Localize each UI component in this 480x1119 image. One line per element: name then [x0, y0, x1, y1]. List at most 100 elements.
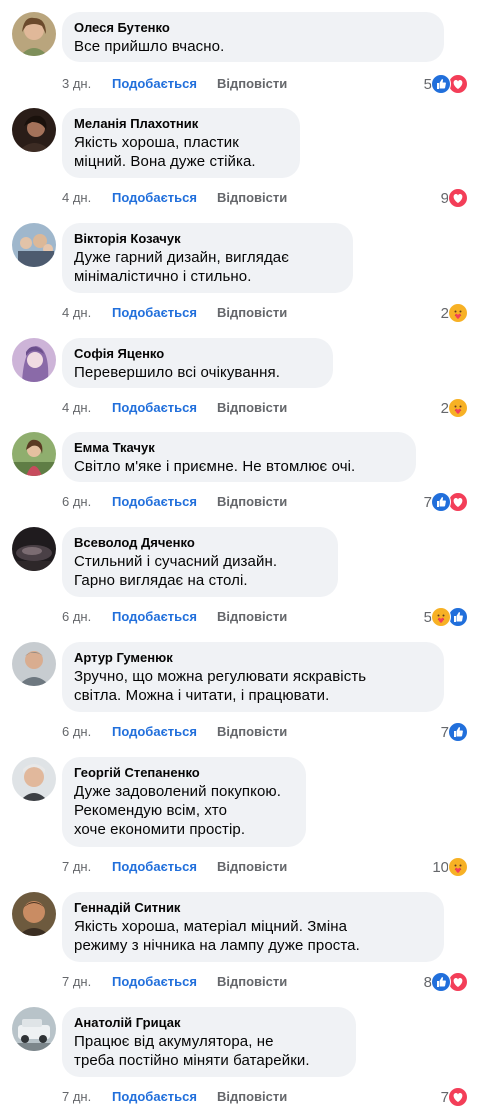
- like-icon: [448, 722, 468, 742]
- reply-button[interactable]: Відповісти: [217, 303, 287, 323]
- like-button[interactable]: Подобається: [112, 492, 217, 512]
- comment-time[interactable]: 7 дн.: [62, 1087, 112, 1107]
- comment-bubble: Всеволод Дяченко Стильний і сучасний диз…: [62, 527, 338, 597]
- like-button[interactable]: Подобається: [112, 972, 217, 992]
- care-icon: [448, 398, 468, 418]
- reactions-summary[interactable]: 2: [441, 303, 468, 323]
- comment-author[interactable]: Геннадій Ситник: [74, 899, 432, 916]
- reply-button[interactable]: Відповісти: [217, 857, 287, 877]
- avatar[interactable]: [12, 338, 56, 382]
- reply-button[interactable]: Відповісти: [217, 1087, 287, 1107]
- heart-icon: [448, 1087, 468, 1107]
- care-icon: [448, 303, 468, 323]
- comment-time[interactable]: 4 дн.: [62, 303, 112, 323]
- reactions-summary[interactable]: 9: [441, 188, 468, 208]
- avatar[interactable]: [12, 527, 56, 571]
- like-button[interactable]: Подобається: [112, 303, 217, 323]
- comment-time[interactable]: 7 дн.: [62, 857, 112, 877]
- avatar[interactable]: [12, 757, 56, 801]
- reply-button[interactable]: Відповісти: [217, 74, 287, 94]
- comment-meta: 7 дн. Подобається Відповісти: [62, 1087, 287, 1107]
- like-button[interactable]: Подобається: [112, 1087, 217, 1107]
- comment-text: Все прийшло вчасно.: [74, 38, 225, 55]
- comment-bubble: Олеся Бутенко Все прийшло вчасно.: [62, 12, 444, 62]
- comment-bubble: Емма Ткачук Світло м'яке і приємне. Не в…: [62, 432, 416, 482]
- comment-time[interactable]: 4 дн.: [62, 188, 112, 208]
- comment-time[interactable]: 6 дн.: [62, 607, 112, 627]
- like-button[interactable]: Подобається: [112, 74, 217, 94]
- heart-icon: [448, 188, 468, 208]
- comment-author[interactable]: Олеся Бутенко: [74, 19, 432, 36]
- comment-author[interactable]: Емма Ткачук: [74, 439, 404, 456]
- comment-bubble: Вікторія Козачук Дуже гарний дизайн, виг…: [62, 223, 353, 293]
- comment-text: Стильний і сучасний дизайн. Гарно вигляд…: [74, 553, 278, 589]
- comment-meta: 6 дн. Подобається Відповісти: [62, 492, 287, 512]
- like-button[interactable]: Подобається: [112, 398, 217, 418]
- reactions-summary[interactable]: 7: [441, 1087, 468, 1107]
- comment-meta: 4 дн. Подобається Відповісти: [62, 398, 287, 418]
- comment-time[interactable]: 3 дн.: [62, 74, 112, 94]
- reply-button[interactable]: Відповісти: [217, 722, 287, 742]
- comment-author[interactable]: Георгій Степаненко: [74, 764, 294, 781]
- comment-bubble: Артур Гуменюк Зручно, що можна регулюват…: [62, 642, 444, 712]
- reactions-summary[interactable]: 8: [424, 972, 468, 992]
- comment-time[interactable]: 6 дн.: [62, 722, 112, 742]
- like-icon: [448, 607, 468, 627]
- comment-text: Працює від акумулятора, не треба постійн…: [74, 1033, 310, 1069]
- comment-author[interactable]: Артур Гуменюк: [74, 649, 432, 666]
- comment-meta: 6 дн. Подобається Відповісти: [62, 722, 287, 742]
- comment-time[interactable]: 7 дн.: [62, 972, 112, 992]
- comment-meta: 4 дн. Подобається Відповісти: [62, 188, 287, 208]
- like-button[interactable]: Подобається: [112, 857, 217, 877]
- care-icon: [448, 857, 468, 877]
- comment-time[interactable]: 4 дн.: [62, 398, 112, 418]
- comment-bubble: Анатолій Грицак Працює від акумулятора, …: [62, 1007, 356, 1077]
- reply-button[interactable]: Відповісти: [217, 972, 287, 992]
- reactions-summary[interactable]: 10: [432, 857, 468, 877]
- reactions-summary[interactable]: 5: [424, 607, 468, 627]
- reply-button[interactable]: Відповісти: [217, 398, 287, 418]
- comment-text: Якість хороша, матеріал міцний. Зміна ре…: [74, 918, 360, 954]
- like-button[interactable]: Подобається: [112, 607, 217, 627]
- comment-author[interactable]: Анатолій Грицак: [74, 1014, 344, 1031]
- comment-text: Перевершило всі очікування.: [74, 364, 281, 381]
- avatar[interactable]: [12, 223, 56, 267]
- comment-meta: 6 дн. Подобається Відповісти: [62, 607, 287, 627]
- heart-icon: [448, 74, 468, 94]
- reply-button[interactable]: Відповісти: [217, 607, 287, 627]
- like-button[interactable]: Подобається: [112, 188, 217, 208]
- comment-bubble: Софія Яценко Перевершило всі очікування.: [62, 338, 333, 388]
- comment-bubble: Геннадій Ситник Якість хороша, матеріал …: [62, 892, 444, 962]
- comment-author[interactable]: Всеволод Дяченко: [74, 534, 326, 551]
- like-icon: [431, 972, 451, 992]
- avatar[interactable]: [12, 432, 56, 476]
- comments-thread: Олеся Бутенко Все прийшло вчасно. 3 дн. …: [0, 0, 480, 1119]
- comment-author[interactable]: Вікторія Козачук: [74, 230, 341, 247]
- heart-icon: [448, 492, 468, 512]
- reactions-summary[interactable]: 2: [441, 398, 468, 418]
- like-icon: [431, 74, 451, 94]
- avatar[interactable]: [12, 12, 56, 56]
- reactions-summary[interactable]: 5: [424, 74, 468, 94]
- comment-text: Дуже задоволений покупкою. Рекомендую вс…: [74, 783, 282, 838]
- comment-text: Світло м'яке і приємне. Не втомлює очі.: [74, 458, 356, 475]
- reactions-summary[interactable]: 7: [424, 492, 468, 512]
- like-button[interactable]: Подобається: [112, 722, 217, 742]
- comment-time[interactable]: 6 дн.: [62, 492, 112, 512]
- reply-button[interactable]: Відповісти: [217, 492, 287, 512]
- comment-text: Якість хороша, пластик міцний. Вона дуже…: [74, 134, 256, 170]
- like-icon: [431, 492, 451, 512]
- comment-text: Зручно, що можна регулювати яскравість с…: [74, 668, 367, 704]
- comment-meta: 4 дн. Подобається Відповісти: [62, 303, 287, 323]
- comment-author[interactable]: Меланія Плахотник: [74, 115, 288, 132]
- avatar[interactable]: [12, 642, 56, 686]
- avatar[interactable]: [12, 1007, 56, 1051]
- reply-button[interactable]: Відповісти: [217, 188, 287, 208]
- avatar[interactable]: [12, 892, 56, 936]
- comment-meta: 3 дн. Подобається Відповісти: [62, 74, 287, 94]
- comment-meta: 7 дн. Подобається Відповісти: [62, 857, 287, 877]
- comment-author[interactable]: Софія Яценко: [74, 345, 321, 362]
- avatar[interactable]: [12, 108, 56, 152]
- reactions-summary[interactable]: 7: [441, 722, 468, 742]
- reactions-count: 10: [432, 858, 449, 876]
